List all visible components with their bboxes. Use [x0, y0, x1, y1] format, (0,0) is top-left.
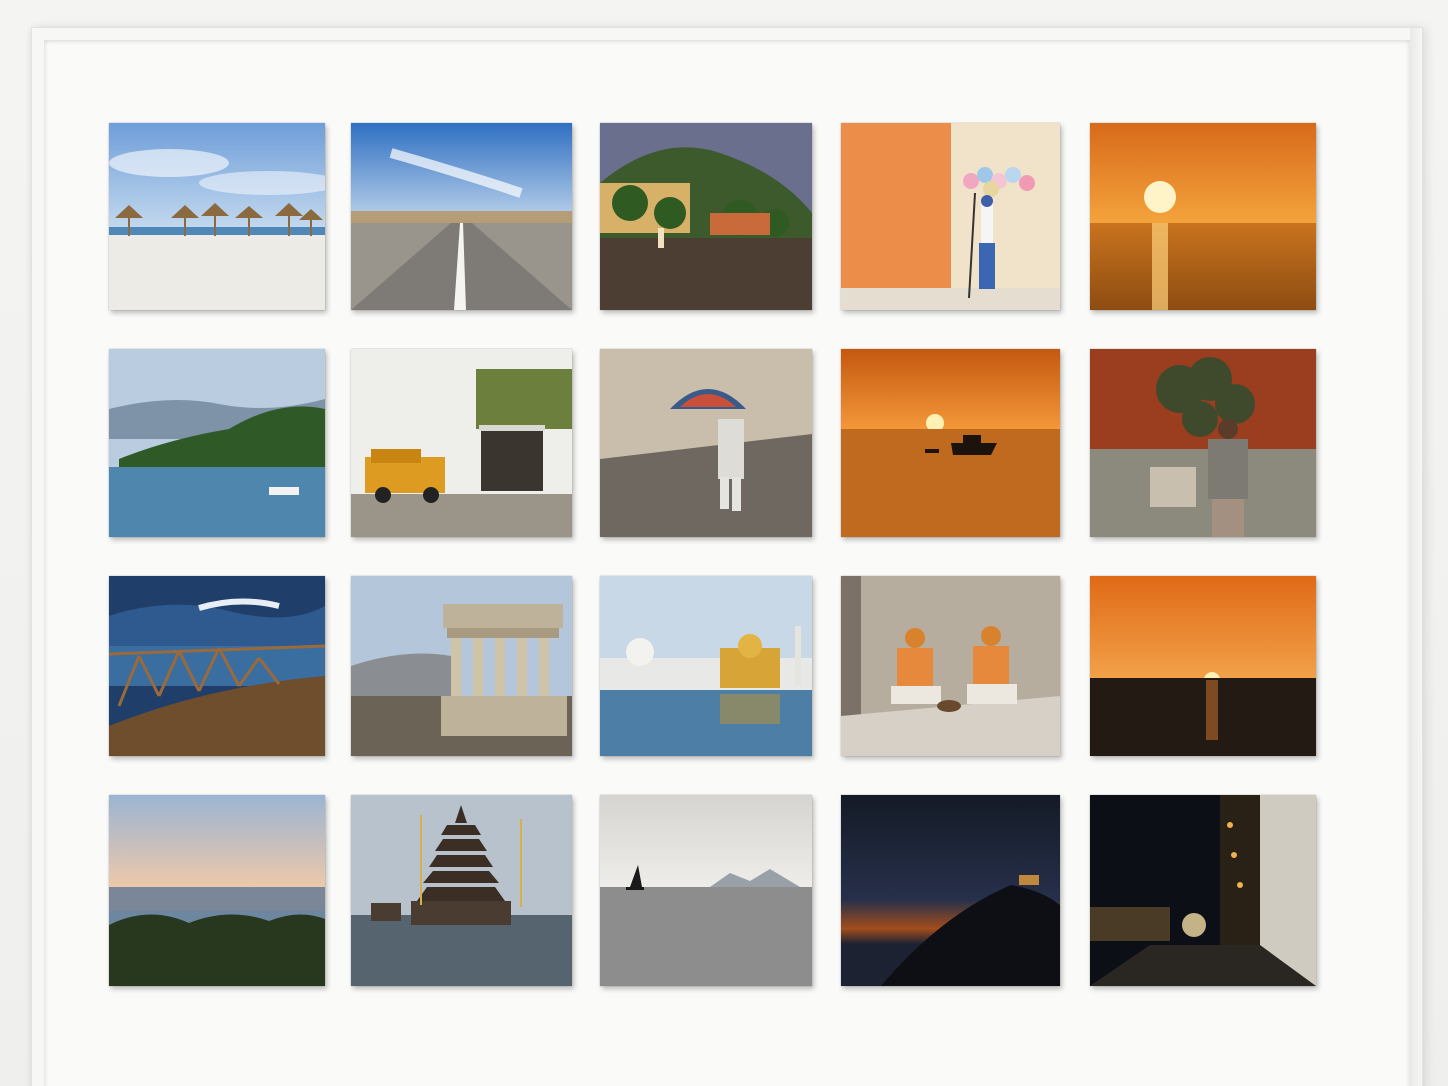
frame-edge [1410, 28, 1422, 1086]
photo-pagoda-lake [351, 795, 572, 986]
gallery-wall [0, 0, 1448, 1086]
photo-horizon-sunset [1090, 576, 1316, 756]
photo-garden-woman [1090, 349, 1316, 537]
photo-open-road [351, 123, 572, 310]
photo-island-bay [109, 349, 325, 537]
photo-palm-street [600, 123, 812, 310]
photo-beach-umbrellas [109, 123, 325, 310]
photo-umbrella-walker [600, 349, 812, 537]
photo-boat-sunset [841, 349, 1060, 537]
photo-street-musicians [841, 576, 1060, 756]
photo-harbor-dusk [109, 795, 325, 986]
photo-golden-temple [600, 576, 812, 756]
photo-night-hill [841, 795, 1060, 986]
photo-sailboat-sea [600, 795, 812, 986]
photo-ocean-waves [109, 576, 325, 756]
photo-ocean-sunset [1090, 123, 1316, 310]
photo-yellow-jeep [351, 349, 572, 537]
photo-ancient-temple [351, 576, 572, 756]
photo-balloon-seller [841, 123, 1060, 310]
photo-night-alley [1090, 795, 1316, 986]
